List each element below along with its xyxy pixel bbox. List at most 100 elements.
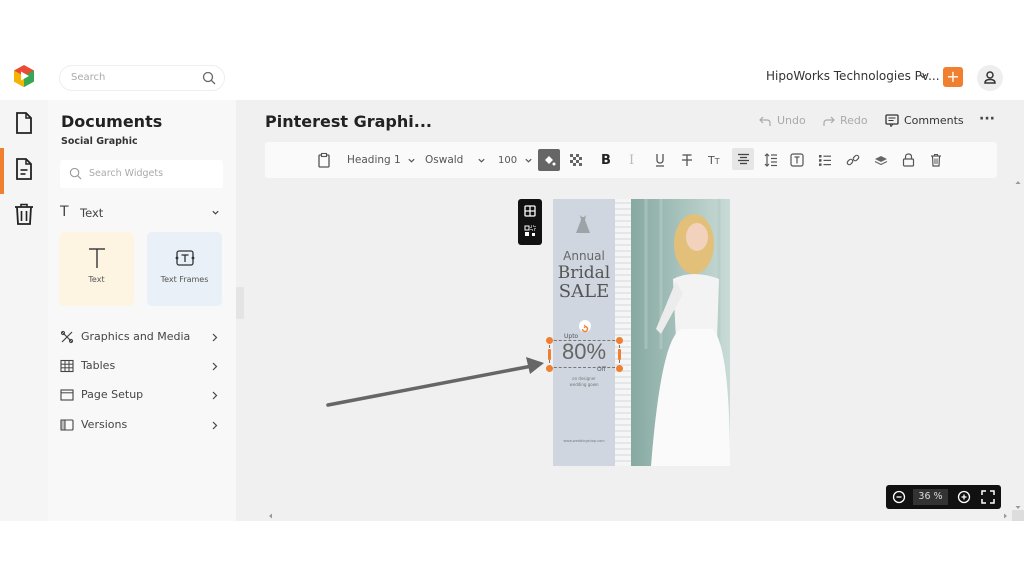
chevron-right-icon: [212, 333, 218, 342]
fill-color-button[interactable]: [538, 149, 560, 171]
resize-handle-bottom-right[interactable]: [616, 365, 623, 372]
transparency-button[interactable]: [570, 151, 583, 169]
underline-button[interactable]: [654, 151, 666, 169]
resize-handle-top-left[interactable]: [546, 337, 553, 344]
scroll-left-icon[interactable]: [268, 513, 273, 519]
link-button[interactable]: [846, 151, 860, 169]
chevron-right-icon: [212, 421, 218, 430]
chevron-right-icon: [212, 362, 218, 371]
search-placeholder: Search: [71, 72, 106, 83]
scroll-up-icon[interactable]: [1015, 180, 1021, 185]
paste-button[interactable]: [317, 151, 331, 169]
rotate-icon: [581, 324, 589, 333]
design-text-annual[interactable]: Annual: [553, 249, 615, 263]
text-icon: [88, 248, 105, 268]
paragraph-style-value: Heading 1: [347, 154, 401, 166]
fullscreen-icon[interactable]: [981, 490, 995, 504]
versions-icon: [60, 419, 74, 431]
selection-box[interactable]: [549, 340, 620, 368]
widget-search-input[interactable]: Search Widgets: [60, 160, 223, 188]
text-widget-card[interactable]: Text: [59, 232, 134, 306]
rotate-handle[interactable]: [579, 320, 591, 333]
text-section-header[interactable]: T Text: [60, 204, 228, 222]
menu-item-tables[interactable]: Tables: [60, 357, 228, 377]
text-case-button[interactable]: TT: [708, 151, 720, 169]
design-text-detail-1[interactable]: on designer: [553, 376, 615, 381]
add-button[interactable]: +: [943, 67, 963, 87]
undo-button[interactable]: Undo: [759, 114, 806, 127]
design-text-footer[interactable]: www.weddingshop.com: [553, 439, 615, 443]
text-case-icon: TT: [708, 153, 720, 167]
menu-item-label: Versions: [81, 418, 128, 431]
text-box-icon: [790, 153, 804, 167]
panel-title: Documents: [61, 112, 163, 131]
formatting-toolbar: Heading 1 Oswald 100 B I TT: [265, 142, 997, 178]
horizontal-scrollbar[interactable]: [264, 510, 1012, 521]
file-icon[interactable]: [12, 111, 36, 135]
card-label: Text: [88, 275, 105, 284]
paragraph-style-dropdown[interactable]: Heading 1: [347, 151, 416, 169]
text-box-button[interactable]: [790, 151, 804, 169]
align-center-button[interactable]: [732, 148, 754, 170]
list-button[interactable]: [818, 151, 832, 169]
scroll-right-icon[interactable]: [1003, 513, 1008, 519]
font-family-dropdown[interactable]: Oswald: [425, 151, 486, 169]
strikethrough-button[interactable]: [681, 151, 693, 169]
grid-icon[interactable]: [524, 205, 536, 217]
italic-icon: I: [629, 152, 635, 168]
vertical-scrollbar[interactable]: [1012, 180, 1024, 510]
resize-handle-top-right[interactable]: [616, 337, 623, 344]
document-icon[interactable]: [12, 157, 36, 181]
menu-item-versions[interactable]: Versions: [60, 416, 228, 436]
text-frame-icon: [175, 250, 194, 266]
design-text-detail-2[interactable]: wedding gown: [553, 382, 615, 387]
chevron-right-icon: [212, 391, 218, 400]
widgets-panel: Documents Social Graphic Search Widgets …: [48, 100, 236, 521]
trash-icon[interactable]: [12, 202, 36, 226]
strikethrough-icon: [682, 154, 692, 166]
bride-photo[interactable]: [631, 199, 730, 466]
list-icon: [819, 154, 831, 166]
design-text-sale[interactable]: SALE: [553, 281, 615, 302]
redo-button[interactable]: Redo: [822, 114, 868, 127]
font-size-value: 100: [498, 154, 518, 166]
comments-button[interactable]: Comments: [885, 114, 964, 127]
layers-button[interactable]: [874, 151, 888, 169]
active-indicator: [0, 148, 4, 194]
zoom-out-icon[interactable]: [892, 490, 906, 504]
organization-selector[interactable]: HipoWorks Technologies Pv...: [766, 69, 940, 83]
font-family-value: Oswald: [425, 154, 464, 166]
line-spacing-button[interactable]: [764, 151, 778, 169]
clipboard-icon: [318, 152, 330, 168]
design-text-bridal[interactable]: Bridal: [553, 263, 615, 283]
chevron-down-icon[interactable]: [918, 71, 928, 81]
resize-handle-right[interactable]: [618, 349, 621, 360]
zoom-value: 36: [918, 491, 931, 502]
lock-button[interactable]: [902, 151, 915, 169]
link-icon: [846, 154, 860, 166]
italic-button[interactable]: I: [629, 151, 634, 169]
bold-button[interactable]: B: [601, 151, 611, 169]
search-icon[interactable]: [202, 71, 216, 85]
paint-bucket-icon: [545, 156, 556, 166]
font-size-dropdown[interactable]: 100: [498, 151, 533, 169]
top-bar: Search HipoWorks Technologies Pv... +: [0, 55, 1024, 100]
more-options-button[interactable]: ···: [979, 111, 995, 127]
more-icon: ···: [979, 111, 995, 127]
delete-button[interactable]: [930, 151, 942, 169]
panel-collapse-handle[interactable]: [236, 287, 244, 319]
text-section-label: Text: [80, 206, 104, 220]
menu-item-page-setup[interactable]: Page Setup: [60, 386, 228, 406]
global-search-input[interactable]: Search: [59, 65, 225, 91]
text-frames-widget-card[interactable]: Text Frames: [147, 232, 222, 306]
trash-icon: [931, 154, 941, 167]
zoom-in-icon[interactable]: [957, 490, 971, 504]
user-profile-button[interactable]: [977, 65, 1003, 91]
menu-item-graphics-and-media[interactable]: Graphics and Media: [60, 328, 228, 348]
document-title[interactable]: Pinterest Graphi...: [265, 112, 432, 131]
qr-code-icon[interactable]: [524, 225, 536, 237]
app-logo-icon[interactable]: [12, 64, 36, 88]
card-label: Text Frames: [160, 275, 209, 284]
zoom-level-input[interactable]: 36 %: [913, 489, 948, 505]
panel-subtitle: Social Graphic: [61, 136, 138, 147]
